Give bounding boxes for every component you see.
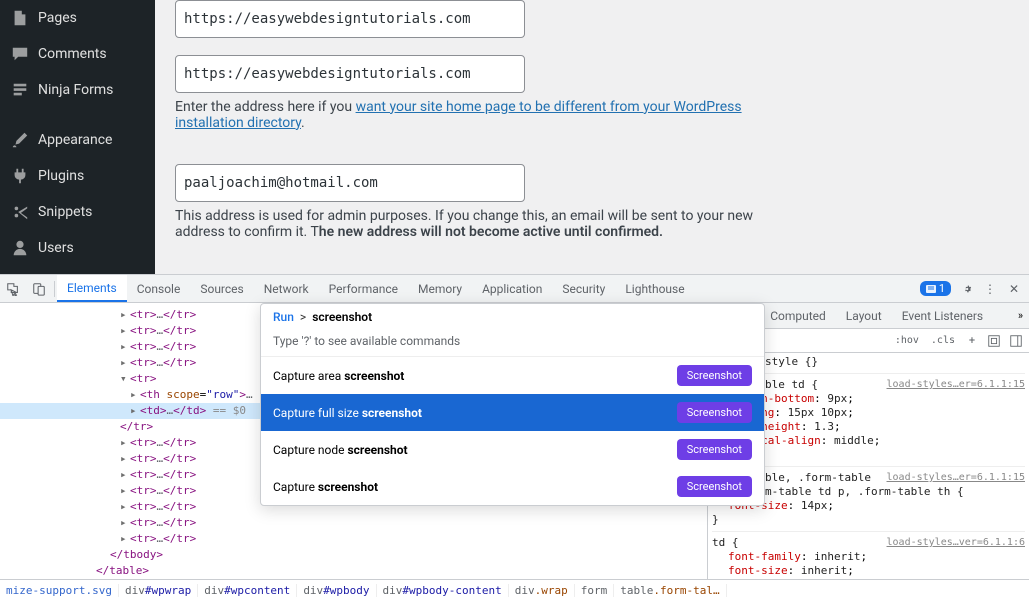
inspect-icon[interactable] (0, 275, 26, 302)
scissors-icon (10, 202, 30, 222)
toggle-sidebar-icon[interactable] (1007, 334, 1025, 348)
admin-sidebar: Pages Comments Ninja Forms Appearance Plugin… (0, 0, 155, 274)
element-node[interactable]: ▸<tr>…</tr> (0, 531, 707, 547)
admin-email-input[interactable] (175, 164, 525, 202)
tab-elements[interactable]: Elements (57, 275, 127, 302)
settings-icon[interactable] (957, 280, 975, 298)
sidebar-item-ninja-forms[interactable]: Ninja Forms (0, 72, 155, 108)
styles-tab-computed[interactable]: Computed (760, 303, 836, 328)
screenshot-badge: Screenshot (677, 476, 752, 497)
form-icon (10, 80, 30, 100)
sidebar-item-label: Users (38, 240, 74, 256)
errors-badge[interactable]: 1 (920, 281, 951, 296)
run-label: Run (273, 310, 294, 324)
screenshot-badge: Screenshot (677, 439, 752, 460)
sidebar-item-snippets[interactable]: Snippets (0, 194, 155, 230)
command-item[interactable]: Capture screenshotScreenshot (261, 468, 764, 505)
tab-sources[interactable]: Sources (190, 275, 253, 302)
command-hint: Type '?' to see available commands (261, 330, 764, 357)
wp-url-row (175, 0, 1009, 55)
element-node[interactable]: ▸<tr>…</tr> (0, 515, 707, 531)
admin-email-desc: This address is used for admin purposes.… (175, 208, 775, 240)
computed-toggle-icon[interactable] (985, 334, 1003, 348)
sidebar-item-label: Comments (38, 46, 107, 62)
admin-content: Enter the address here if you want your … (155, 0, 1029, 274)
breadcrumb-segment[interactable]: div#wpwrap (119, 584, 198, 597)
css-rule[interactable]: load-styles…ver=6.1.1:6td {font-family: … (712, 536, 1025, 579)
command-palette: Run >screenshot Type '?' to see availabl… (260, 303, 765, 506)
breadcrumb-segment[interactable]: div#wpbody (297, 584, 376, 597)
element-node[interactable]: </table> (0, 563, 707, 579)
comment-icon (10, 44, 30, 64)
command-item[interactable]: Capture node screenshotScreenshot (261, 431, 764, 468)
command-input-row[interactable]: Run >screenshot (261, 304, 764, 330)
breadcrumb-segment[interactable]: form (575, 584, 615, 597)
admin-email-row: This address is used for admin purposes.… (175, 164, 1009, 274)
sidebar-item-label: Snippets (38, 204, 92, 220)
screenshot-badge: Screenshot (677, 402, 752, 423)
tab-security[interactable]: Security (552, 275, 615, 302)
sidebar-item-plugins[interactable]: Plugins (0, 158, 155, 194)
styles-tab-layout[interactable]: Layout (836, 303, 892, 328)
tab-performance[interactable]: Performance (319, 275, 408, 302)
element-node[interactable]: </tbody> (0, 547, 707, 563)
close-devtools-icon[interactable]: ✕ (1005, 280, 1023, 298)
hov-toggle[interactable]: :hov (891, 335, 923, 346)
sidebar-item-label: Ninja Forms (38, 82, 113, 98)
sidebar-item-appearance[interactable]: Appearance (0, 122, 155, 158)
sidebar-item-label: Plugins (38, 168, 84, 184)
devtools: ElementsConsoleSourcesNetworkPerformance… (0, 274, 1029, 601)
brush-icon (10, 130, 30, 150)
device-toggle-icon[interactable] (26, 275, 52, 302)
command-query: screenshot (312, 310, 372, 324)
site-url-desc: Enter the address here if you want your … (175, 99, 775, 131)
sidebar-item-label: Appearance (38, 132, 112, 148)
settings-form-table: Enter the address here if you want your … (175, 0, 1009, 274)
plug-icon (10, 166, 30, 186)
sidebar-item-label: Pages (38, 10, 77, 26)
tab-application[interactable]: Application (472, 275, 552, 302)
sidebar-item-pages[interactable]: Pages (0, 0, 155, 36)
new-rule-icon[interactable]: + (963, 334, 981, 347)
site-url-input[interactable] (175, 55, 525, 93)
wordpress-admin: Pages Comments Ninja Forms Appearance Plugin… (0, 0, 1029, 274)
screenshot-badge: Screenshot (677, 365, 752, 386)
breadcrumb-segment[interactable]: table.form-tal… (614, 584, 726, 597)
styles-tabs-more-icon[interactable]: » (1012, 303, 1029, 328)
tab-lighthouse[interactable]: Lighthouse (615, 275, 694, 302)
breadcrumb: mize-support.svgdiv#wpwrapdiv#wpcontentd… (0, 579, 1029, 601)
wp-url-input[interactable] (175, 0, 525, 38)
breadcrumb-segment[interactable]: mize-support.svg (0, 584, 119, 597)
more-icon[interactable]: ⋮ (981, 280, 999, 298)
breadcrumb-segment[interactable]: div#wpcontent (198, 584, 297, 597)
command-item[interactable]: Capture area screenshotScreenshot (261, 357, 764, 394)
tab-console[interactable]: Console (127, 275, 191, 302)
breadcrumb-segment[interactable]: div.wrap (509, 584, 575, 597)
tab-network[interactable]: Network (254, 275, 319, 302)
page-icon (10, 8, 30, 28)
cls-toggle[interactable]: .cls (927, 335, 959, 346)
breadcrumb-segment[interactable]: div#wpbody-content (377, 584, 509, 597)
user-icon (10, 238, 30, 258)
devtools-tabbar: ElementsConsoleSourcesNetworkPerformance… (0, 275, 1029, 303)
sidebar-item-users[interactable]: Users (0, 230, 155, 266)
tab-memory[interactable]: Memory (408, 275, 472, 302)
sidebar-item-comments[interactable]: Comments (0, 36, 155, 72)
site-url-row: Enter the address here if you want your … (175, 55, 1009, 165)
command-item[interactable]: Capture full size screenshotScreenshot (261, 394, 764, 431)
styles-tab-event-listeners[interactable]: Event Listeners (892, 303, 993, 328)
